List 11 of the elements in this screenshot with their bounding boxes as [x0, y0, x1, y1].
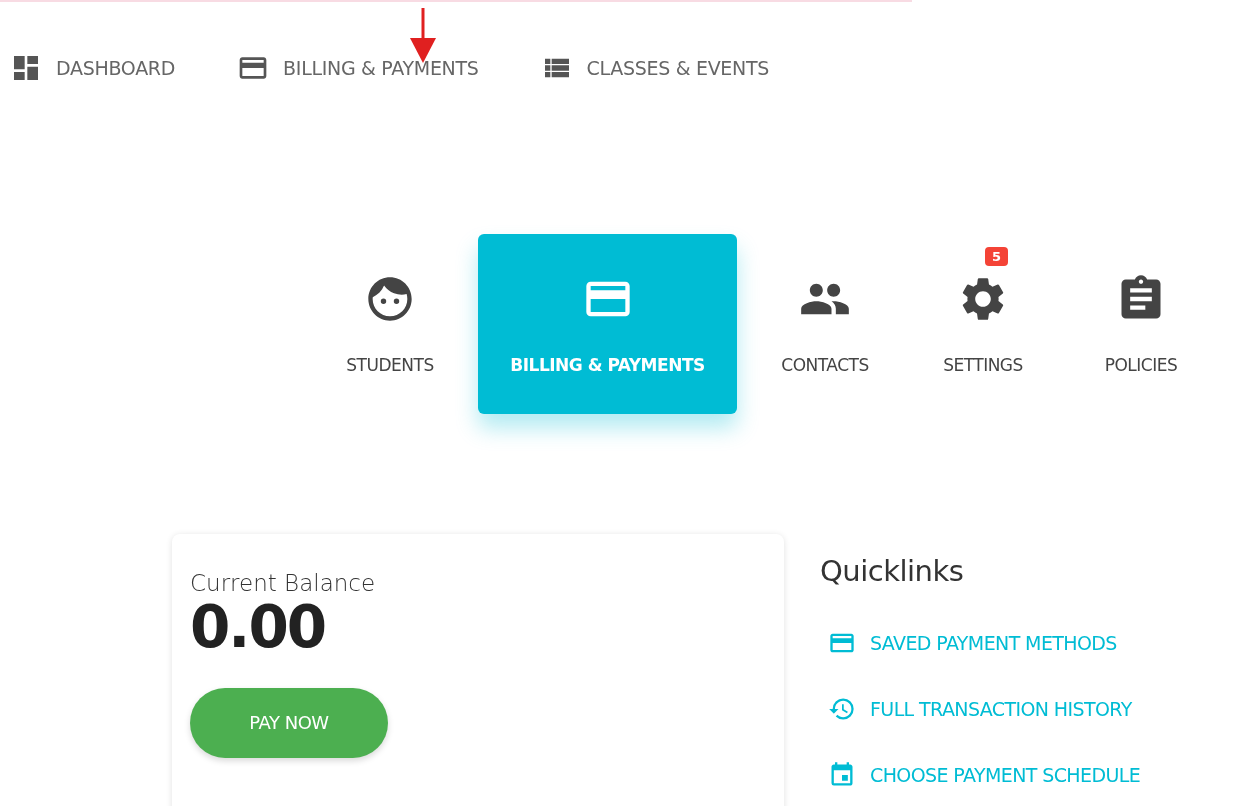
nav-tile[interactable]: STUDENTS	[320, 234, 460, 414]
nav-tile[interactable]: 5 SETTINGS	[913, 234, 1053, 414]
nav-link[interactable]: CLASSES & EVENTS	[540, 52, 770, 84]
balance-label: Current Balance	[190, 570, 377, 596]
nav-tile[interactable]: POLICIES	[1071, 234, 1211, 414]
nav-tile[interactable]: CONTACTS	[755, 234, 895, 414]
nav-link[interactable]: BILLING & PAYMENTS	[237, 52, 479, 84]
quicklinks-title: Quicklinks	[820, 554, 965, 588]
nav-link[interactable]: DASHBOARD	[10, 52, 176, 84]
notification-badge: 5	[985, 247, 1009, 266]
balance-amount: 0.00	[190, 596, 327, 660]
